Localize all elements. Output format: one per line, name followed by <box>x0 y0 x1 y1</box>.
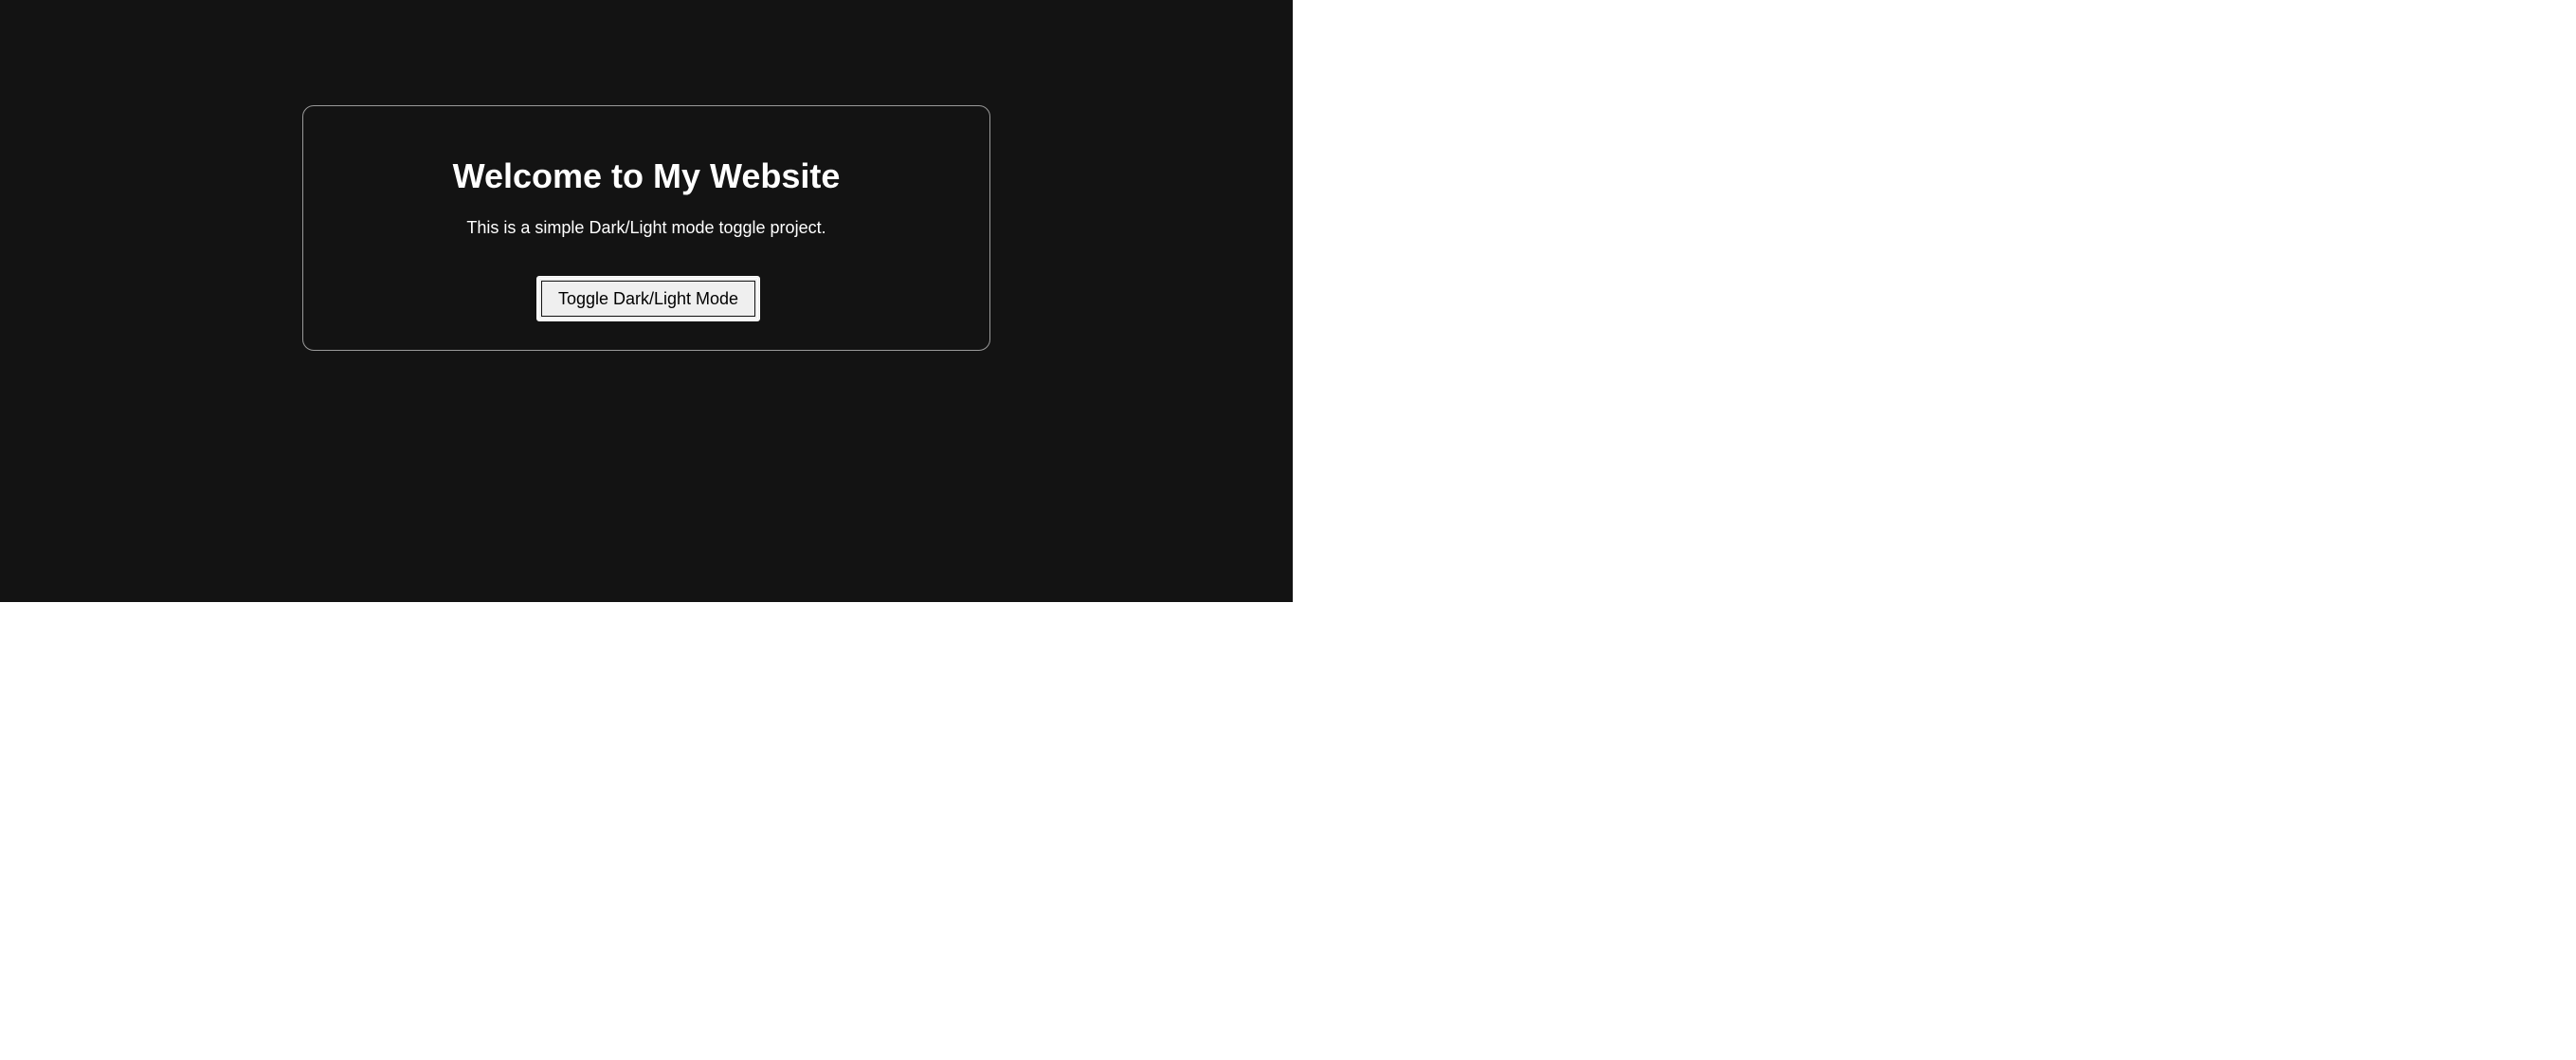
page-title: Welcome to My Website <box>452 156 841 195</box>
theme-toggle-button[interactable]: Toggle Dark/Light Mode <box>536 276 760 321</box>
welcome-card: Welcome to My Website This is a simple D… <box>302 105 990 351</box>
page-subtitle: This is a simple Dark/Light mode toggle … <box>466 218 826 237</box>
dark-mode-page: Welcome to My Website This is a simple D… <box>0 0 1293 602</box>
